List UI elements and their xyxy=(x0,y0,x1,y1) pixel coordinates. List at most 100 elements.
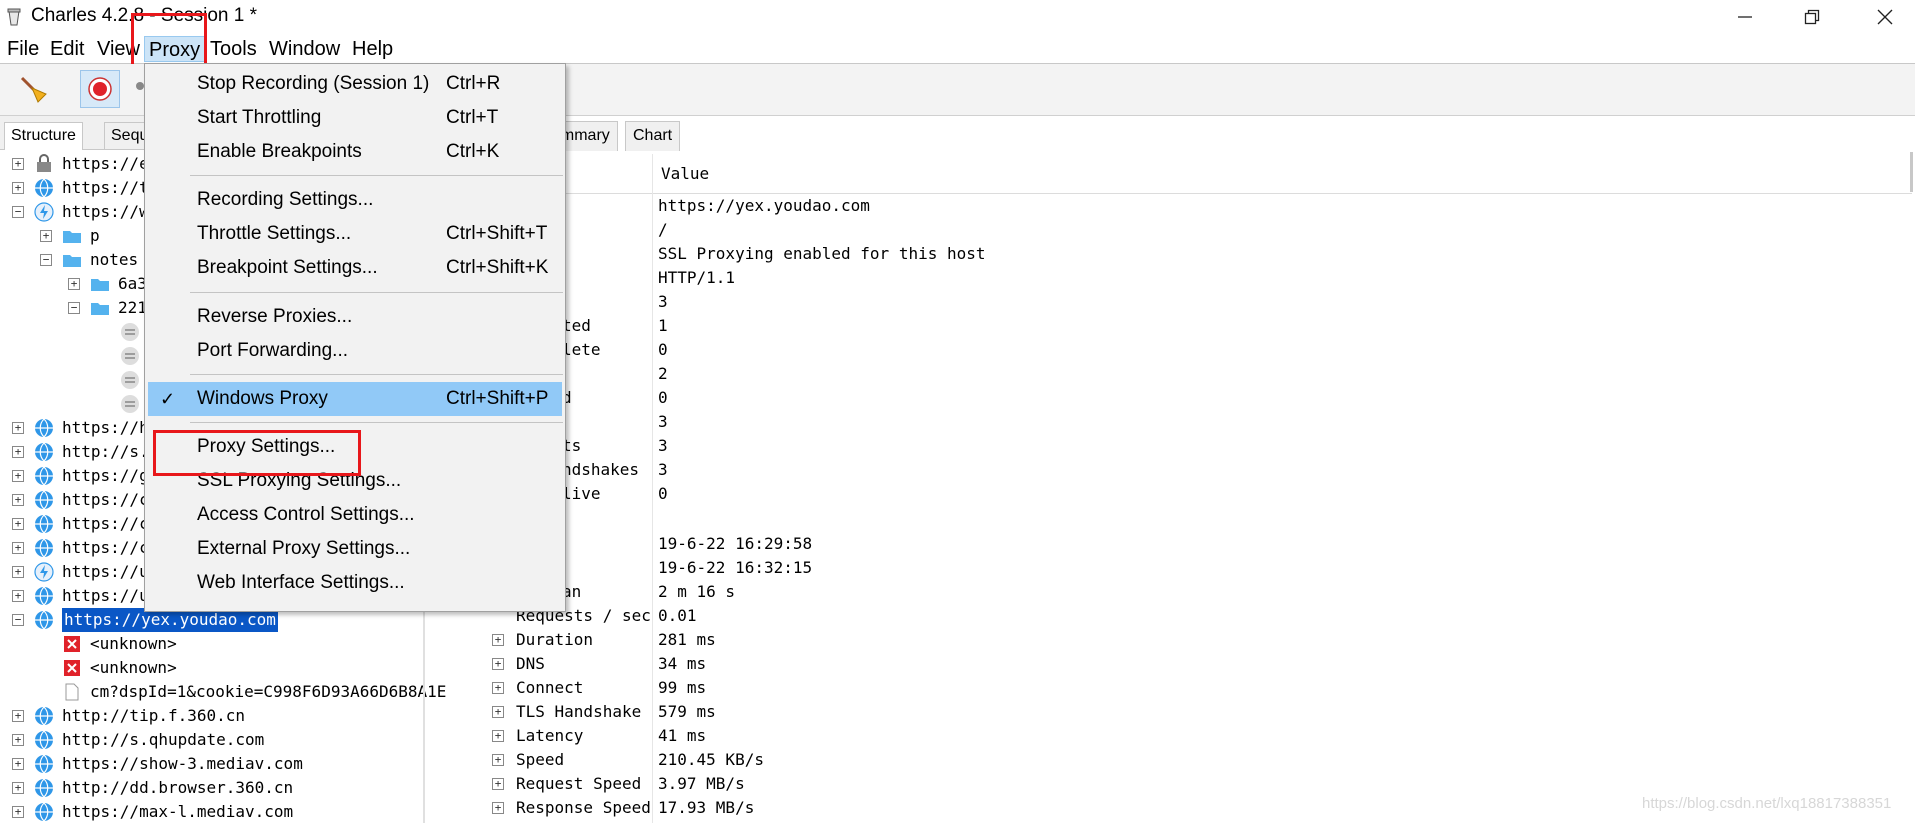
expand-icon[interactable]: + xyxy=(492,634,504,646)
summary-value: HTTP/1.1 xyxy=(658,268,736,287)
expand-icon[interactable]: + xyxy=(12,590,24,602)
collapse-icon[interactable]: − xyxy=(12,614,24,626)
menu-proxy[interactable]: Proxy xyxy=(144,36,206,62)
globe-icon xyxy=(35,178,53,198)
tree-row-label: https://u xyxy=(62,562,149,581)
summary-row: https://yex.youdao.com xyxy=(452,194,1852,218)
menu-item-throttle-settings[interactable]: Throttle Settings... Ctrl+Shift+T xyxy=(148,217,562,251)
globe-icon xyxy=(35,802,53,822)
menu-item-recording-settings[interactable]: Recording Settings... xyxy=(148,183,562,217)
summary-value: 579 ms xyxy=(658,702,716,721)
menu-help[interactable]: Help xyxy=(348,36,397,62)
menu-edit[interactable]: Edit xyxy=(46,36,88,62)
expand-icon[interactable]: + xyxy=(12,446,24,458)
file-icon xyxy=(65,683,79,701)
globe-icon xyxy=(35,610,53,630)
menu-item-reverse-proxies[interactable]: Reverse Proxies... xyxy=(148,300,562,334)
menu-separator xyxy=(190,175,563,176)
expand-icon[interactable]: + xyxy=(492,682,504,694)
tree-row[interactable]: + https://show-3.mediav.com xyxy=(0,752,420,776)
tree-row[interactable]: + https://max-l.mediav.com xyxy=(0,800,420,823)
tree-row[interactable]: <unknown> xyxy=(0,632,420,656)
menu-item-external-proxy-settings[interactable]: External Proxy Settings... xyxy=(148,532,562,566)
expand-icon[interactable]: + xyxy=(492,730,504,742)
menu-item-web-interface-settings[interactable]: Web Interface Settings... xyxy=(148,566,562,600)
expand-icon[interactable]: + xyxy=(12,542,24,554)
expand-icon[interactable]: + xyxy=(12,758,24,770)
maximize-button[interactable] xyxy=(1782,0,1842,34)
summary-row: + TLS Handshake 579 ms xyxy=(452,700,1852,724)
expand-icon[interactable]: + xyxy=(12,158,24,170)
menu-item-breakpoint-settings[interactable]: Breakpoint Settings... Ctrl+Shift+K xyxy=(148,251,562,285)
summary-row: 3 xyxy=(452,290,1852,314)
clear-session-button[interactable] xyxy=(16,72,50,106)
expand-icon[interactable]: + xyxy=(492,658,504,670)
menu-view[interactable]: View xyxy=(93,36,144,62)
expand-icon[interactable]: + xyxy=(12,518,24,530)
tree-row[interactable]: cm?dspId=1&cookie=C998F6D93A66D6B8A1E xyxy=(0,680,446,704)
summary-row: d0 xyxy=(452,386,1852,410)
menu-item-label: Start Throttling xyxy=(197,107,322,128)
tree-row[interactable]: <unknown> xyxy=(0,656,420,680)
summary-value: 2 xyxy=(658,364,668,383)
menu-item-label: Stop Recording (Session 1) xyxy=(197,73,430,94)
menu-item-windows-proxy[interactable]: ✓ Windows Proxy Ctrl+Shift+P xyxy=(148,382,562,416)
menu-item-enable-breakpoints[interactable]: Enable Breakpoints Ctrl+K xyxy=(148,135,562,169)
collapse-icon[interactable]: − xyxy=(68,302,80,314)
expand-icon[interactable]: + xyxy=(12,806,24,818)
right-scrollbar[interactable] xyxy=(1910,152,1913,192)
collapse-icon[interactable]: − xyxy=(12,206,24,218)
menu-item-stop-recording-session-1[interactable]: Stop Recording (Session 1) Ctrl+R xyxy=(148,67,562,101)
menu-item-start-throttling[interactable]: Start Throttling Ctrl+T xyxy=(148,101,562,135)
menu-item-shortcut: Ctrl+Shift+K xyxy=(446,257,549,278)
record-button[interactable] xyxy=(80,70,120,108)
menu-item-ssl-proxying-settings[interactable]: SSL Proxying Settings... xyxy=(148,464,562,498)
summary-row: + DNS 34 ms xyxy=(452,652,1852,676)
expand-icon[interactable]: + xyxy=(12,182,24,194)
close-button[interactable] xyxy=(1855,0,1915,34)
folder-icon xyxy=(63,255,81,267)
expand-icon[interactable]: + xyxy=(40,230,52,242)
menu-file[interactable]: File xyxy=(3,36,43,62)
expand-icon[interactable]: + xyxy=(12,734,24,746)
globe-icon xyxy=(35,466,53,486)
menu-item-shortcut: Ctrl+K xyxy=(446,141,500,162)
expand-icon[interactable]: + xyxy=(68,278,80,290)
tree-row[interactable]: + http://s.qhupdate.com xyxy=(0,728,420,752)
expand-icon[interactable]: + xyxy=(12,710,24,722)
summary-value: 34 ms xyxy=(658,654,707,673)
tree-row-label: 221 xyxy=(118,298,147,317)
tree-row[interactable]: + http://dd.browser.360.cn xyxy=(0,776,420,800)
menu-tools[interactable]: Tools xyxy=(206,36,261,62)
minimize-button[interactable] xyxy=(1715,0,1775,34)
summary-value: 17.93 MB/s xyxy=(658,798,755,817)
bolt-icon xyxy=(34,562,54,582)
menu-item-access-control-settings[interactable]: Access Control Settings... xyxy=(148,498,562,532)
expand-icon[interactable]: + xyxy=(492,754,504,766)
proxy-dropdown-menu: Stop Recording (Session 1) Ctrl+R Start Th… xyxy=(144,63,566,612)
menu-item-label: Proxy Settings... xyxy=(197,436,336,457)
expand-icon[interactable]: + xyxy=(492,706,504,718)
expand-icon[interactable]: + xyxy=(12,494,24,506)
menu-window[interactable]: Window xyxy=(265,36,344,62)
menu-item-proxy-settings[interactable]: Proxy Settings... xyxy=(148,430,562,464)
expand-icon[interactable]: + xyxy=(12,782,24,794)
summary-row: + Connect 99 ms xyxy=(452,676,1852,700)
summary-key: Speed xyxy=(516,750,565,769)
error-icon xyxy=(64,636,80,652)
table-header: Value xyxy=(452,154,1912,194)
expand-icon[interactable]: + xyxy=(12,422,24,434)
expand-icon[interactable]: + xyxy=(12,470,24,482)
tab-chart[interactable]: Chart xyxy=(625,121,681,151)
tree-row-label: https://c xyxy=(62,514,149,533)
tab-structure[interactable]: Structure xyxy=(4,122,83,150)
globe-icon xyxy=(35,778,53,798)
expand-icon[interactable]: + xyxy=(492,778,504,790)
close-icon xyxy=(1877,9,1893,25)
tree-row[interactable]: + http://tip.f.360.cn xyxy=(0,704,420,728)
expand-icon[interactable]: + xyxy=(492,802,504,814)
expand-icon[interactable]: + xyxy=(12,566,24,578)
menu-item-port-forwarding[interactable]: Port Forwarding... xyxy=(148,334,562,368)
request-entry-icon xyxy=(121,395,139,413)
collapse-icon[interactable]: − xyxy=(40,254,52,266)
